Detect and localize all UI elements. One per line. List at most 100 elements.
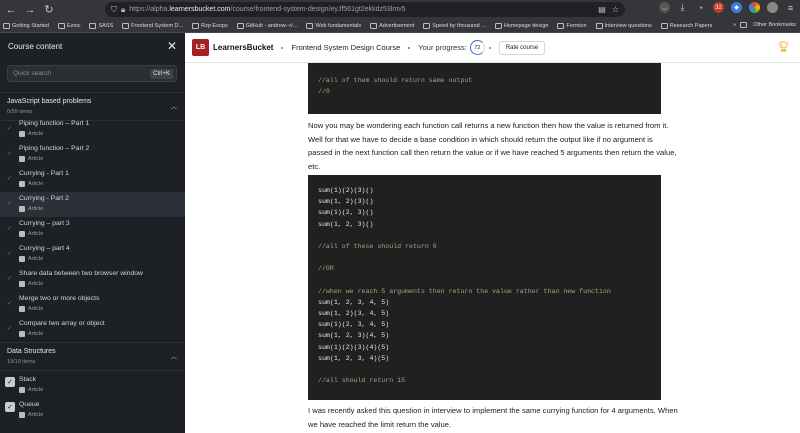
lesson-item[interactable]: ✓ Piping function – Part 2 Article	[0, 142, 185, 167]
bookmark-item[interactable]: Fermion	[557, 22, 587, 29]
progress-label: Your progress:	[418, 43, 467, 52]
bookmark-item[interactable]: SASS	[89, 22, 113, 29]
folder-icon	[370, 22, 378, 29]
lesson-item[interactable]: ✓ Share data between two browser window Ar…	[0, 267, 185, 292]
paragraph: Now you may be wondering each function c…	[308, 121, 677, 171]
check-icon[interactable]: ✓	[7, 250, 12, 257]
lock-icon: 🔒︎	[121, 4, 126, 14]
bookmark-item[interactable]: Research Papers	[660, 22, 712, 29]
lesson-title: Currying - Part 2	[19, 195, 69, 202]
check-icon[interactable]: ✓	[7, 125, 12, 132]
extension-badge-icon[interactable]: 32	[713, 2, 724, 13]
search-input[interactable]	[13, 70, 151, 77]
code-line: //all should return 15	[318, 377, 406, 385]
lesson-item[interactable]: ✓ Merge two or more objects Article	[0, 292, 185, 317]
chevron-up-icon[interactable]: ︿	[171, 102, 177, 115]
code-line: sum(1)(2)(3)(4)(5)	[318, 343, 390, 351]
bookmark-item[interactable]: Getting Started	[3, 22, 49, 29]
close-icon[interactable]: ✕	[167, 39, 177, 53]
article-icon	[19, 281, 25, 287]
chrome-icon[interactable]	[749, 2, 760, 13]
lesson-type: Article	[28, 156, 44, 162]
bookmark-item[interactable]: Homepage design	[494, 22, 548, 29]
bookmark-item[interactable]: Speed by thousand ...	[423, 22, 486, 29]
forward-icon[interactable]: →	[22, 2, 38, 18]
check-icon[interactable]: ✓	[7, 300, 12, 307]
check-icon[interactable]: ✓	[7, 150, 12, 157]
section-header[interactable]: Data Structures 19/19 items ︿	[0, 342, 185, 371]
code-block: //all of them should return same output /…	[308, 63, 661, 114]
lesson-item[interactable]: ✓ Compare two array or object Article	[0, 317, 185, 342]
more-icon[interactable]: »	[733, 22, 736, 28]
check-icon[interactable]: ✓	[7, 275, 12, 282]
download-icon[interactable]: ⤓	[677, 2, 688, 13]
progress-ring[interactable]: 72	[469, 40, 485, 55]
reload-icon[interactable]: ↻	[41, 2, 57, 18]
bookmark-item[interactable]: Interview questions	[595, 22, 652, 29]
lesson-item[interactable]: ✓ Currying - Part 1 Article	[0, 167, 185, 192]
trophy-icon[interactable]: 🏆︎	[777, 42, 790, 53]
chevron-up-icon[interactable]: ︿	[171, 352, 177, 365]
address-bar[interactable]: ⛉ 🔒︎ https://alpha.learnersbucket.com/co…	[105, 2, 625, 17]
lesson-type: Article	[28, 256, 44, 262]
account-icon[interactable]: ◔	[695, 2, 706, 13]
other-bookmarks[interactable]: » Other Bookmarks	[733, 22, 796, 28]
avatar[interactable]	[767, 2, 778, 13]
folder-icon	[306, 22, 314, 29]
separator-dot	[408, 46, 411, 49]
bookmark-star-icon[interactable]: ☆	[612, 5, 619, 14]
bookmark-item[interactable]: Advertisement	[370, 22, 414, 29]
bookmark-item[interactable]: Web fundamentals	[306, 22, 361, 29]
code-line: sum(1)(2, 3)()	[318, 209, 374, 217]
lesson-item[interactable]: ✓ Currying – part 4 Article	[0, 242, 185, 267]
url-text[interactable]: https://alpha.learnersbucket.com/course/…	[129, 6, 405, 13]
section-count: 19/19 items	[7, 359, 36, 365]
brand-name[interactable]: LearnersBucket	[213, 43, 273, 52]
code-line: sum(1, 2)(3, 4, 5)	[318, 310, 390, 318]
back-icon[interactable]: ←	[3, 2, 19, 18]
lesson-title: Piping function – Part 2	[19, 145, 90, 152]
lesson-item[interactable]: ✓ Stack Article	[0, 373, 185, 398]
bookmark-item[interactable]: GitHub - andrew--r/...	[236, 22, 297, 29]
folder-icon	[236, 22, 244, 29]
lesson-type: Article	[28, 206, 44, 212]
completed-check-icon[interactable]: ✓	[5, 402, 15, 412]
bookmark-item[interactable]: Frontend System D...	[122, 22, 184, 29]
code-line: sum(1, 2, 3)(4, 5)	[318, 332, 390, 340]
check-icon[interactable]: ✓	[7, 225, 12, 232]
lesson-item[interactable]: ✓ Piping function – Part 1 Article	[0, 117, 185, 142]
extension-icon[interactable]: ◆	[731, 2, 742, 13]
brand-logo[interactable]: LB	[192, 39, 209, 56]
completed-check-icon[interactable]: ✓	[5, 377, 15, 387]
check-icon[interactable]: ✓	[7, 325, 12, 332]
lesson-item[interactable]: ✓ Currying - Part 2 Article	[0, 192, 185, 217]
course-title: Frontend System Design Course	[291, 43, 401, 52]
folder-icon	[58, 22, 65, 29]
lesson-item[interactable]: ✓ Queue Article	[0, 398, 185, 423]
check-icon[interactable]: ✓	[7, 175, 12, 182]
search-box[interactable]: Ctrl+K	[7, 65, 177, 82]
menu-icon[interactable]: ≡	[785, 2, 796, 13]
code-line: sum(1)(2, 3, 4, 5)	[318, 321, 390, 329]
lesson-title: Stack	[19, 376, 36, 383]
rate-course-button[interactable]: Rate course	[498, 40, 546, 55]
check-icon[interactable]: ✓	[7, 200, 12, 207]
code-line: sum(1, 2, 3, 4, 5)	[318, 298, 390, 306]
article-icon	[19, 231, 25, 237]
lesson-type: Article	[28, 131, 44, 137]
folder-icon	[494, 22, 502, 29]
bookmark-item[interactable]: Rzp Esops	[192, 22, 228, 29]
code-line: //OR	[318, 265, 334, 273]
lesson-item[interactable]: ✓ Currying – part 3 Article	[0, 217, 185, 242]
bookmark-label: Frontend System D...	[131, 22, 184, 29]
folder-icon	[192, 22, 200, 29]
other-bookmarks-label: Other Bookmarks	[753, 22, 796, 28]
reader-icon[interactable]: ▤	[598, 5, 606, 14]
folder-icon	[660, 22, 668, 29]
bookmark-item[interactable]: Ezoic	[58, 22, 80, 29]
code-line: sum(1, 2, 3)()	[318, 220, 374, 228]
lesson-type: Article	[28, 387, 44, 393]
pocket-icon[interactable]: ◡	[659, 2, 670, 13]
